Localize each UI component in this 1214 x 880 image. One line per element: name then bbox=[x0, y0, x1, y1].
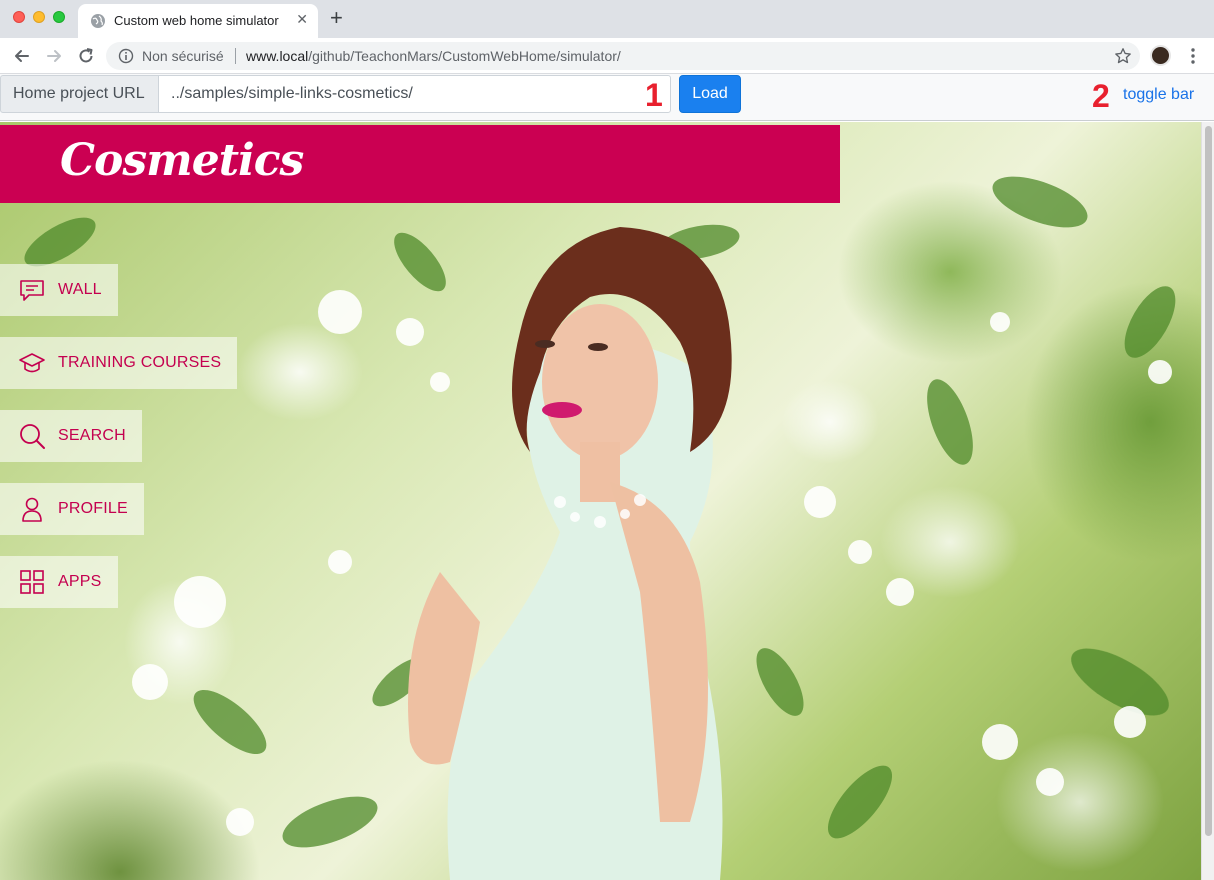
reload-icon[interactable] bbox=[76, 46, 96, 66]
user-icon bbox=[22, 497, 42, 522]
home-project-url-input[interactable] bbox=[158, 75, 671, 113]
url-host: www.local bbox=[246, 48, 309, 64]
page-scrollbar[interactable] bbox=[1201, 122, 1214, 880]
url-path: /github/TeachonMars/CustomWebHome/simula… bbox=[308, 48, 621, 64]
search-icon bbox=[20, 424, 45, 449]
nav-item-training-courses[interactable]: TRAINING COURSES bbox=[0, 337, 238, 389]
toggle-bar-link[interactable]: toggle bar bbox=[1123, 86, 1194, 104]
annotation-marker-1: 1 bbox=[645, 77, 663, 113]
bookmark-star-icon[interactable] bbox=[1114, 47, 1132, 65]
simulator-bar: Home project URL 1 Load 2 toggle bar bbox=[0, 74, 1214, 121]
load-button[interactable]: Load bbox=[679, 75, 741, 113]
nav-label-search: SEARCH bbox=[58, 427, 126, 444]
graduation-cap-icon bbox=[19, 353, 45, 373]
chat-icon bbox=[20, 280, 44, 301]
address-bar[interactable]: Non sécurisé www.local/github/TeachonMar… bbox=[106, 42, 1140, 70]
nav-label-apps: APPS bbox=[58, 573, 102, 590]
model-figure bbox=[408, 227, 732, 880]
brand-title: Cosmetics bbox=[60, 135, 304, 186]
nav-item-search[interactable]: SEARCH bbox=[0, 410, 142, 462]
apps-grid-icon bbox=[20, 570, 44, 594]
browser-toolbar: Non sécurisé www.local/github/TeachonMar… bbox=[0, 38, 1214, 74]
nav-item-profile[interactable]: PROFILE bbox=[0, 483, 144, 535]
new-tab-button[interactable]: + bbox=[330, 7, 343, 29]
url-text[interactable]: www.local/github/TeachonMars/CustomWebHo… bbox=[246, 48, 621, 64]
background-photo bbox=[24, 176, 1176, 880]
minimize-window-button[interactable] bbox=[33, 11, 45, 23]
annotation-marker-2: 2 bbox=[1092, 78, 1110, 114]
back-arrow-icon[interactable] bbox=[12, 46, 32, 66]
home-page-viewport: Cosmetics WALL TRAINING COURSES SEARCH P… bbox=[0, 122, 1201, 880]
info-icon[interactable] bbox=[118, 48, 134, 64]
security-label: Non sécurisé bbox=[142, 48, 224, 64]
kebab-menu-icon[interactable] bbox=[1185, 46, 1201, 66]
forward-arrow-icon[interactable] bbox=[44, 46, 64, 66]
close-window-button[interactable] bbox=[13, 11, 25, 23]
nav-label-profile: PROFILE bbox=[58, 500, 128, 517]
home-project-url-label: Home project URL bbox=[0, 75, 159, 113]
browser-tabstrip: Custom web home simulator ✕ + bbox=[0, 0, 1214, 38]
maximize-window-button[interactable] bbox=[53, 11, 65, 23]
globe-icon bbox=[91, 14, 105, 28]
nav-label-training-courses: TRAINING COURSES bbox=[58, 354, 222, 371]
nav-item-apps[interactable]: APPS bbox=[0, 556, 118, 608]
profile-avatar[interactable] bbox=[1150, 45, 1171, 66]
scrollbar-thumb[interactable] bbox=[1205, 126, 1212, 836]
omnibox-divider bbox=[235, 48, 236, 64]
nav-item-wall[interactable]: WALL bbox=[0, 264, 118, 316]
brand-header: Cosmetics bbox=[0, 125, 840, 203]
close-tab-icon[interactable]: ✕ bbox=[296, 11, 308, 28]
nav-label-wall: WALL bbox=[58, 281, 102, 298]
browser-tab[interactable]: Custom web home simulator ✕ bbox=[78, 4, 318, 38]
tab-title: Custom web home simulator bbox=[114, 13, 279, 28]
